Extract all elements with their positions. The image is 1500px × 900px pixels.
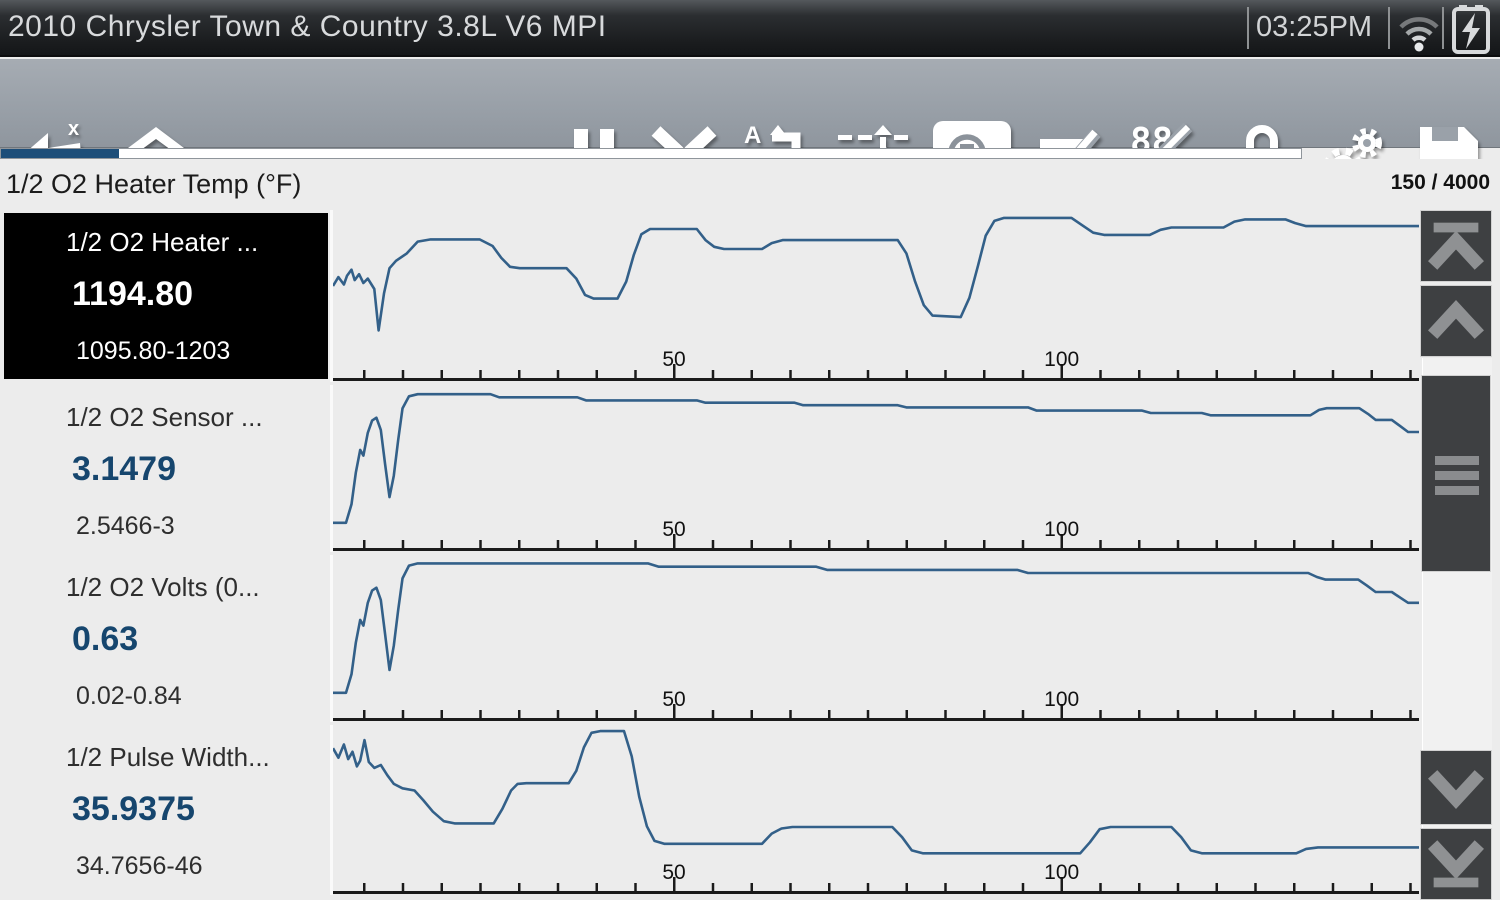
svg-text:50: 50 xyxy=(662,861,685,884)
buffer-progress-fill xyxy=(1,149,119,158)
scroll-to-bottom-button[interactable] xyxy=(1420,828,1492,900)
divider xyxy=(1247,7,1249,49)
param-name: 1/2 Pulse Width... xyxy=(66,742,270,773)
battery-charging-icon xyxy=(1450,4,1492,59)
scroll-down-button[interactable] xyxy=(1420,750,1492,825)
svg-text:100: 100 xyxy=(1044,688,1079,711)
param-row: 1/2 O2 Heater ... 1194.80 1095.80-1203 5… xyxy=(0,210,1420,382)
vehicle-title: 2010 Chrysler Town & Country 3.8L V6 MPI xyxy=(8,10,607,44)
param-value: 1194.80 xyxy=(72,275,193,314)
param-range: 0.02-0.84 xyxy=(76,682,182,711)
svg-text:100: 100 xyxy=(1044,518,1079,541)
frame-counter: 150 / 4000 xyxy=(1391,171,1490,195)
param-value: 35.9375 xyxy=(72,790,195,829)
toolbar: x A xyxy=(0,59,1500,148)
thumb-grip-line xyxy=(1435,471,1479,480)
selected-param-title: 1/2 O2 Heater Temp (°F) xyxy=(6,169,301,200)
param-row: 1/2 O2 Sensor ... 3.1479 2.5466-3 50 100 xyxy=(0,385,1420,552)
param-name: 1/2 O2 Volts (0... xyxy=(66,572,260,603)
param-name: 1/2 O2 Sensor ... xyxy=(66,402,263,433)
chevron-down-bar-icon xyxy=(1421,829,1491,899)
chart-o2-volts[interactable]: 50 100 xyxy=(330,555,1419,722)
param-cell-o2-heater[interactable]: 1/2 O2 Heater ... 1194.80 1095.80-1203 xyxy=(4,213,328,379)
svg-text:x: x xyxy=(68,121,79,140)
divider xyxy=(1388,7,1390,49)
title-bar: 2010 Chrysler Town & Country 3.8L V6 MPI… xyxy=(0,0,1500,57)
svg-text:100: 100 xyxy=(1044,348,1079,371)
scroll-to-top-button[interactable] xyxy=(1420,210,1492,282)
svg-text:50: 50 xyxy=(662,518,685,541)
scrollbar-thumb[interactable] xyxy=(1421,375,1491,572)
param-row: 1/2 Pulse Width... 35.9375 34.7656-46 50… xyxy=(0,725,1420,895)
wifi-icon xyxy=(1396,8,1442,57)
scan-tool-app: 2010 Chrysler Town & Country 3.8L V6 MPI… xyxy=(0,0,1500,900)
param-value: 0.63 xyxy=(72,620,138,659)
chevron-down-icon xyxy=(1421,751,1491,824)
param-range: 1095.80-1203 xyxy=(76,337,230,366)
scrollbar xyxy=(1420,210,1492,900)
param-range: 2.5466-3 xyxy=(76,512,175,541)
param-value: 3.1479 xyxy=(72,450,176,489)
thumb-grip-line xyxy=(1435,486,1479,495)
chevron-up-bar-icon xyxy=(1421,211,1491,281)
data-header: 1/2 O2 Heater Temp (°F) 150 / 4000 xyxy=(0,159,1500,210)
svg-text:50: 50 xyxy=(662,688,685,711)
chevron-up-icon xyxy=(1421,286,1491,356)
thumb-grip-line xyxy=(1435,456,1479,465)
param-row: 1/2 O2 Volts (0... 0.63 0.02-0.84 50 100 xyxy=(0,555,1420,722)
chart-o2-sensor[interactable]: 50 100 xyxy=(330,385,1419,552)
svg-text:A: A xyxy=(744,123,761,149)
divider xyxy=(1442,7,1444,49)
param-cell-pulse-width[interactable]: 1/2 Pulse Width... 35.9375 34.7656-46 xyxy=(4,728,328,892)
param-cell-o2-volts[interactable]: 1/2 O2 Volts (0... 0.63 0.02-0.84 xyxy=(4,558,328,719)
scroll-up-button[interactable] xyxy=(1420,285,1492,357)
clock: 03:25PM xyxy=(1256,11,1372,44)
svg-text:100: 100 xyxy=(1044,861,1079,884)
param-range: 34.7656-46 xyxy=(76,852,203,881)
buffer-progress-bar xyxy=(0,148,1302,159)
param-cell-o2-sensor[interactable]: 1/2 O2 Sensor ... 3.1479 2.5466-3 xyxy=(4,388,328,549)
param-name: 1/2 O2 Heater ... xyxy=(66,227,258,258)
svg-text:50: 50 xyxy=(662,348,685,371)
chart-o2-heater-temp[interactable]: 50 100 xyxy=(330,210,1419,382)
chart-pulse-width[interactable]: 50 100 xyxy=(330,725,1419,895)
